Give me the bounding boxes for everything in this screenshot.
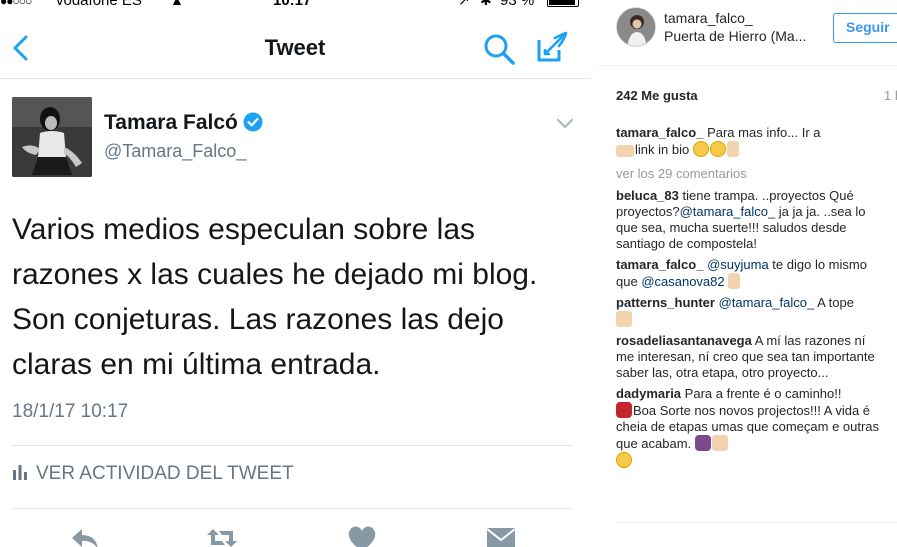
comment-item: dadymaria Para a frente é o caminho!! Bo… bbox=[616, 386, 886, 469]
chevron-down-icon[interactable] bbox=[555, 117, 575, 131]
battery-icon bbox=[547, 0, 579, 7]
comment-username[interactable]: tamara_falco_ bbox=[616, 125, 703, 140]
comment-username[interactable]: beluca_83 bbox=[616, 188, 679, 203]
author-name[interactable]: Tamara Falcó bbox=[104, 111, 263, 135]
comments-list: tamara_falco_ Para mas info... Ir a link… bbox=[616, 125, 886, 522]
comment-username[interactable]: patterns_hunter bbox=[616, 295, 715, 310]
compose-tweet-icon[interactable] bbox=[533, 30, 569, 66]
comment-text: Boa Sorte nos novos projectos!!! A vida … bbox=[616, 403, 880, 451]
verified-badge-icon bbox=[243, 112, 263, 132]
nav-bar: Tweet bbox=[0, 22, 590, 79]
wink-emoji-icon bbox=[709, 141, 726, 157]
author-name-text: Tamara Falcó bbox=[104, 111, 238, 134]
author-handle[interactable]: @Tamara_Falco_ bbox=[104, 141, 246, 162]
comment-text: A tope bbox=[814, 295, 854, 310]
comment-item: rosadeliasantanavega A mí las razones ní… bbox=[616, 333, 886, 381]
avatar[interactable] bbox=[616, 7, 656, 47]
instagram-post-panel: tamara_falco_ Puerta de Hierro (Ma... Se… bbox=[598, 0, 897, 547]
activity-label: VER ACTIVIDAD DEL TWEET bbox=[36, 463, 294, 484]
status-bar: ●●○○○ vodafone ES ▲ 10:17 ↗ ✱ 93 % bbox=[0, 0, 590, 14]
tweet-timestamp: 18/1/17 10:17 bbox=[12, 401, 129, 422]
comment-item: patterns_hunter @tamara_falco_ A tope bbox=[616, 295, 886, 328]
ok-hand-emoji-icon bbox=[726, 141, 739, 157]
boxing-glove-emoji-icon bbox=[616, 402, 632, 418]
carrier-label: vodafone ES bbox=[56, 0, 142, 9]
tweet-actions bbox=[0, 523, 590, 547]
pointing-up-emoji-icon bbox=[728, 273, 741, 289]
comment-text: Para a frente é o caminho!! bbox=[684, 386, 842, 401]
avatar[interactable] bbox=[12, 97, 92, 177]
comment-item: tamara_falco_ @suyjuma te digo lo mismo … bbox=[616, 257, 886, 290]
back-chevron-icon[interactable] bbox=[8, 32, 32, 64]
divider bbox=[598, 65, 897, 66]
follow-button[interactable]: Seguir bbox=[833, 13, 897, 43]
post-age: 1 h bbox=[884, 88, 897, 103]
reply-icon[interactable] bbox=[68, 523, 102, 547]
retweet-icon[interactable] bbox=[205, 523, 239, 547]
comment-username[interactable]: tamara_falco_ bbox=[616, 257, 703, 272]
comment-mention[interactable]: @suyjuma bbox=[707, 257, 769, 272]
smile-emoji-icon bbox=[692, 141, 709, 157]
battery-percent: 93 % bbox=[500, 0, 535, 9]
divider bbox=[12, 508, 572, 509]
tweet-text: Varios medios especulan sobre las razone… bbox=[12, 213, 538, 381]
caption: tamara_falco_ Para mas info... Ir a link… bbox=[616, 125, 886, 158]
comment-text: link in bio bbox=[635, 142, 690, 157]
view-tweet-activity-link[interactable]: VER ACTIVIDAD DEL TWEET bbox=[12, 463, 294, 485]
twitter-screen: ●●○○○ vodafone ES ▲ 10:17 ↗ ✱ 93 % Tweet bbox=[0, 0, 590, 547]
wifi-icon: ▲ bbox=[170, 0, 184, 8]
flexed-biceps-emoji-icon bbox=[616, 311, 632, 327]
location-arrow-icon: ↗ bbox=[458, 0, 470, 8]
divider bbox=[12, 445, 572, 446]
likes-count[interactable]: 242 Me gusta bbox=[616, 88, 698, 103]
comment-mention[interactable]: @tamara_falco_ bbox=[719, 295, 815, 310]
bar-chart-icon bbox=[13, 465, 27, 480]
post-location[interactable]: Puerta de Hierro (Ma... bbox=[664, 28, 806, 44]
comment-username[interactable]: dadymaria bbox=[616, 386, 681, 401]
panel-separator bbox=[590, 0, 598, 547]
comment-text: Para mas info... Ir a bbox=[707, 125, 821, 140]
smile-emoji-icon bbox=[616, 452, 632, 468]
raised-hands-emoji-icon bbox=[694, 435, 711, 451]
comment-item: beluca_83 tiene trampa. ..proyectos Qué … bbox=[616, 188, 886, 252]
pointing-hand-emoji-icon bbox=[616, 145, 634, 157]
signal-icon: ●●○○○ bbox=[0, 0, 32, 8]
flexed-biceps-emoji-icon bbox=[711, 435, 728, 451]
divider bbox=[616, 522, 897, 523]
comment-mention[interactable]: @casanova82 bbox=[641, 274, 724, 289]
bluetooth-icon: ✱ bbox=[480, 0, 492, 8]
status-time: 10:17 bbox=[273, 0, 312, 9]
comment-username[interactable]: rosadeliasantanavega bbox=[616, 333, 752, 348]
comment-mention[interactable]: @tamara_falco_ bbox=[680, 204, 776, 219]
direct-message-icon[interactable] bbox=[484, 523, 518, 547]
like-heart-icon[interactable] bbox=[345, 523, 379, 547]
post-username[interactable]: tamara_falco_ bbox=[664, 10, 753, 26]
view-all-comments-link[interactable]: ver los 29 comentarios bbox=[616, 166, 886, 182]
search-icon[interactable] bbox=[482, 32, 516, 66]
